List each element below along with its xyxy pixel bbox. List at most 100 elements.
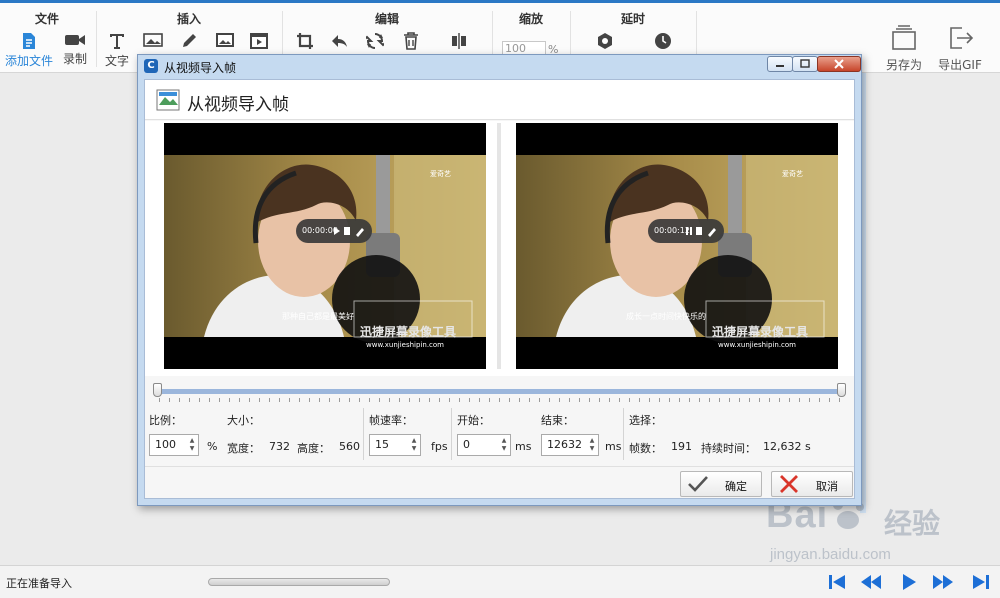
clock-icon — [655, 33, 671, 49]
group-insert-title: 插入 — [176, 12, 201, 26]
record-button[interactable]: 录制 — [58, 32, 92, 72]
height-label: 高度： — [297, 442, 330, 455]
subtitle-text: 成长一点时间快快乐的 — [626, 312, 706, 321]
pencil-icon — [183, 34, 196, 47]
import-parameters: 比例： 大小： 100 ▲ ▼ % 宽度： 732 高度： 560 帧速率： 15… — [145, 406, 854, 464]
text-icon — [110, 34, 124, 49]
end-label: 结束： — [541, 414, 574, 427]
end-stepper[interactable]: 12632 ▲ ▼ — [541, 434, 599, 456]
rotate-icon — [366, 33, 384, 49]
add-file-label: 添加文件 — [4, 54, 53, 68]
image-icon — [143, 33, 163, 47]
record-label: 录制 — [62, 52, 87, 66]
status-bar: 正在准备导入 — [0, 565, 1000, 598]
frame-timestamp: 00:00:00 — [302, 226, 338, 235]
cancel-button[interactable]: 取消 — [771, 471, 853, 497]
stepper-arrows-icon[interactable]: ▲ ▼ — [188, 437, 196, 453]
slider-track[interactable] — [159, 389, 841, 394]
trash-icon — [404, 32, 418, 50]
export-gif-button[interactable]: 导出GIF — [930, 25, 990, 73]
minimize-button[interactable] — [767, 56, 793, 72]
slider-ticks — [159, 398, 841, 402]
fps-stepper[interactable]: 15 ▲ ▼ — [369, 434, 421, 456]
film-frame-icon — [156, 89, 180, 111]
status-text: 正在准备导入 — [6, 577, 72, 590]
dialog-body: 从视频导入帧 00:00:00 爱奇艺 那种自己都是最美好 迅捷屏幕录像工具 w… — [144, 79, 855, 499]
fast-forward-icon[interactable] — [932, 572, 954, 592]
split-icon — [452, 33, 466, 49]
ratio-unit: % — [207, 440, 218, 453]
fps-unit: fps — [431, 440, 448, 453]
end-value: 12632 — [547, 438, 582, 451]
param-separator — [623, 408, 624, 460]
ratio-stepper[interactable]: 100 ▲ ▼ — [149, 434, 199, 456]
export-icon — [950, 27, 974, 49]
hexagon-gear-icon — [598, 33, 612, 49]
frames-value: 191 — [671, 440, 692, 453]
play-icon[interactable] — [898, 572, 920, 592]
iqiyi-logo: 爱奇艺 — [782, 170, 803, 178]
dialog-header: 从视频导入帧 — [145, 80, 854, 120]
dialog-footer: 确定 取消 — [145, 466, 854, 498]
cross-icon — [780, 475, 798, 493]
close-button[interactable] — [817, 56, 861, 72]
frame-range-slider[interactable] — [153, 383, 847, 403]
param-separator — [451, 408, 452, 460]
watermark-url: jingyan.baidu.com — [770, 546, 891, 563]
maximize-button[interactable] — [792, 56, 818, 72]
preview-divider — [497, 123, 501, 369]
status-progress-bar — [208, 578, 390, 586]
dialog-titlebar[interactable]: C 从视频导入帧 — [138, 55, 861, 77]
start-value: 0 — [463, 438, 470, 451]
save-as-button[interactable]: 另存为 — [874, 25, 934, 73]
watermark-title: 迅捷屏幕录像工具 — [712, 325, 809, 339]
checkmark-icon — [688, 476, 708, 492]
minimize-icon — [776, 65, 784, 67]
document-icon — [23, 33, 35, 49]
group-file: 文件 添加文件 录制 — [0, 6, 94, 72]
frames-label: 帧数： — [629, 442, 662, 455]
width-value: 732 — [269, 440, 290, 453]
param-separator — [363, 408, 364, 460]
slider-end-handle[interactable] — [837, 383, 846, 397]
export-gif-label: 导出GIF — [938, 58, 982, 72]
film-icon — [250, 33, 268, 49]
insert-text-button[interactable]: 文字 — [102, 32, 132, 72]
ok-label: 确定 — [725, 480, 747, 493]
app-logo-icon: C — [144, 59, 158, 73]
last-frame-icon[interactable] — [970, 572, 992, 592]
start-unit: ms — [515, 440, 532, 453]
stepper-arrows-icon[interactable]: ▲ ▼ — [410, 437, 418, 453]
cancel-label: 取消 — [816, 480, 838, 493]
size-label: 大小： — [227, 414, 260, 427]
slider-start-handle[interactable] — [153, 383, 162, 397]
stepper-arrows-icon[interactable]: ▲ ▼ — [500, 437, 508, 453]
group-zoom-title: 缩放 — [518, 12, 543, 26]
duration-value: 12,632 s — [763, 440, 811, 453]
group-delay-title: 延时 — [620, 12, 645, 26]
subtitle-text: 那种自己都是最美好 — [282, 312, 354, 321]
ok-button[interactable]: 确定 — [680, 471, 762, 497]
maximize-icon — [800, 59, 810, 68]
width-label: 宽度： — [227, 442, 260, 455]
ribbon-separator — [96, 11, 97, 67]
rewind-icon[interactable] — [860, 572, 882, 592]
baidu-watermark: Bai 经验 jingyan.baidu.com — [766, 494, 976, 574]
watermark-title: 迅捷屏幕录像工具 — [360, 325, 457, 339]
group-edit-title: 编辑 — [374, 12, 399, 26]
ratio-value: 100 — [155, 438, 176, 451]
stack-icon — [892, 25, 916, 50]
watermark-url: www.xunjieshipin.com — [366, 341, 444, 349]
stepper-arrows-icon[interactable]: ▲ ▼ — [588, 437, 596, 453]
start-frame-preview: 00:00:00 爱奇艺 那种自己都是最美好 迅捷屏幕录像工具 www.xunj… — [164, 123, 486, 369]
watermark-brand-cn: 经验 — [884, 507, 941, 540]
dialog-heading: 从视频导入帧 — [187, 95, 289, 115]
end-frame-preview: 00:00:12 爱奇艺 成长一点时间快快乐的 迅捷屏幕录像工具 www.xun… — [516, 123, 838, 369]
add-file-button[interactable]: 添加文件 — [2, 32, 56, 72]
fps-label: 帧速率： — [369, 414, 413, 427]
start-stepper[interactable]: 0 ▲ ▼ — [457, 434, 511, 456]
first-frame-icon[interactable] — [826, 572, 848, 592]
crop-icon — [297, 33, 313, 49]
insert-text-label: 文字 — [104, 54, 129, 68]
save-as-label: 另存为 — [885, 58, 922, 72]
